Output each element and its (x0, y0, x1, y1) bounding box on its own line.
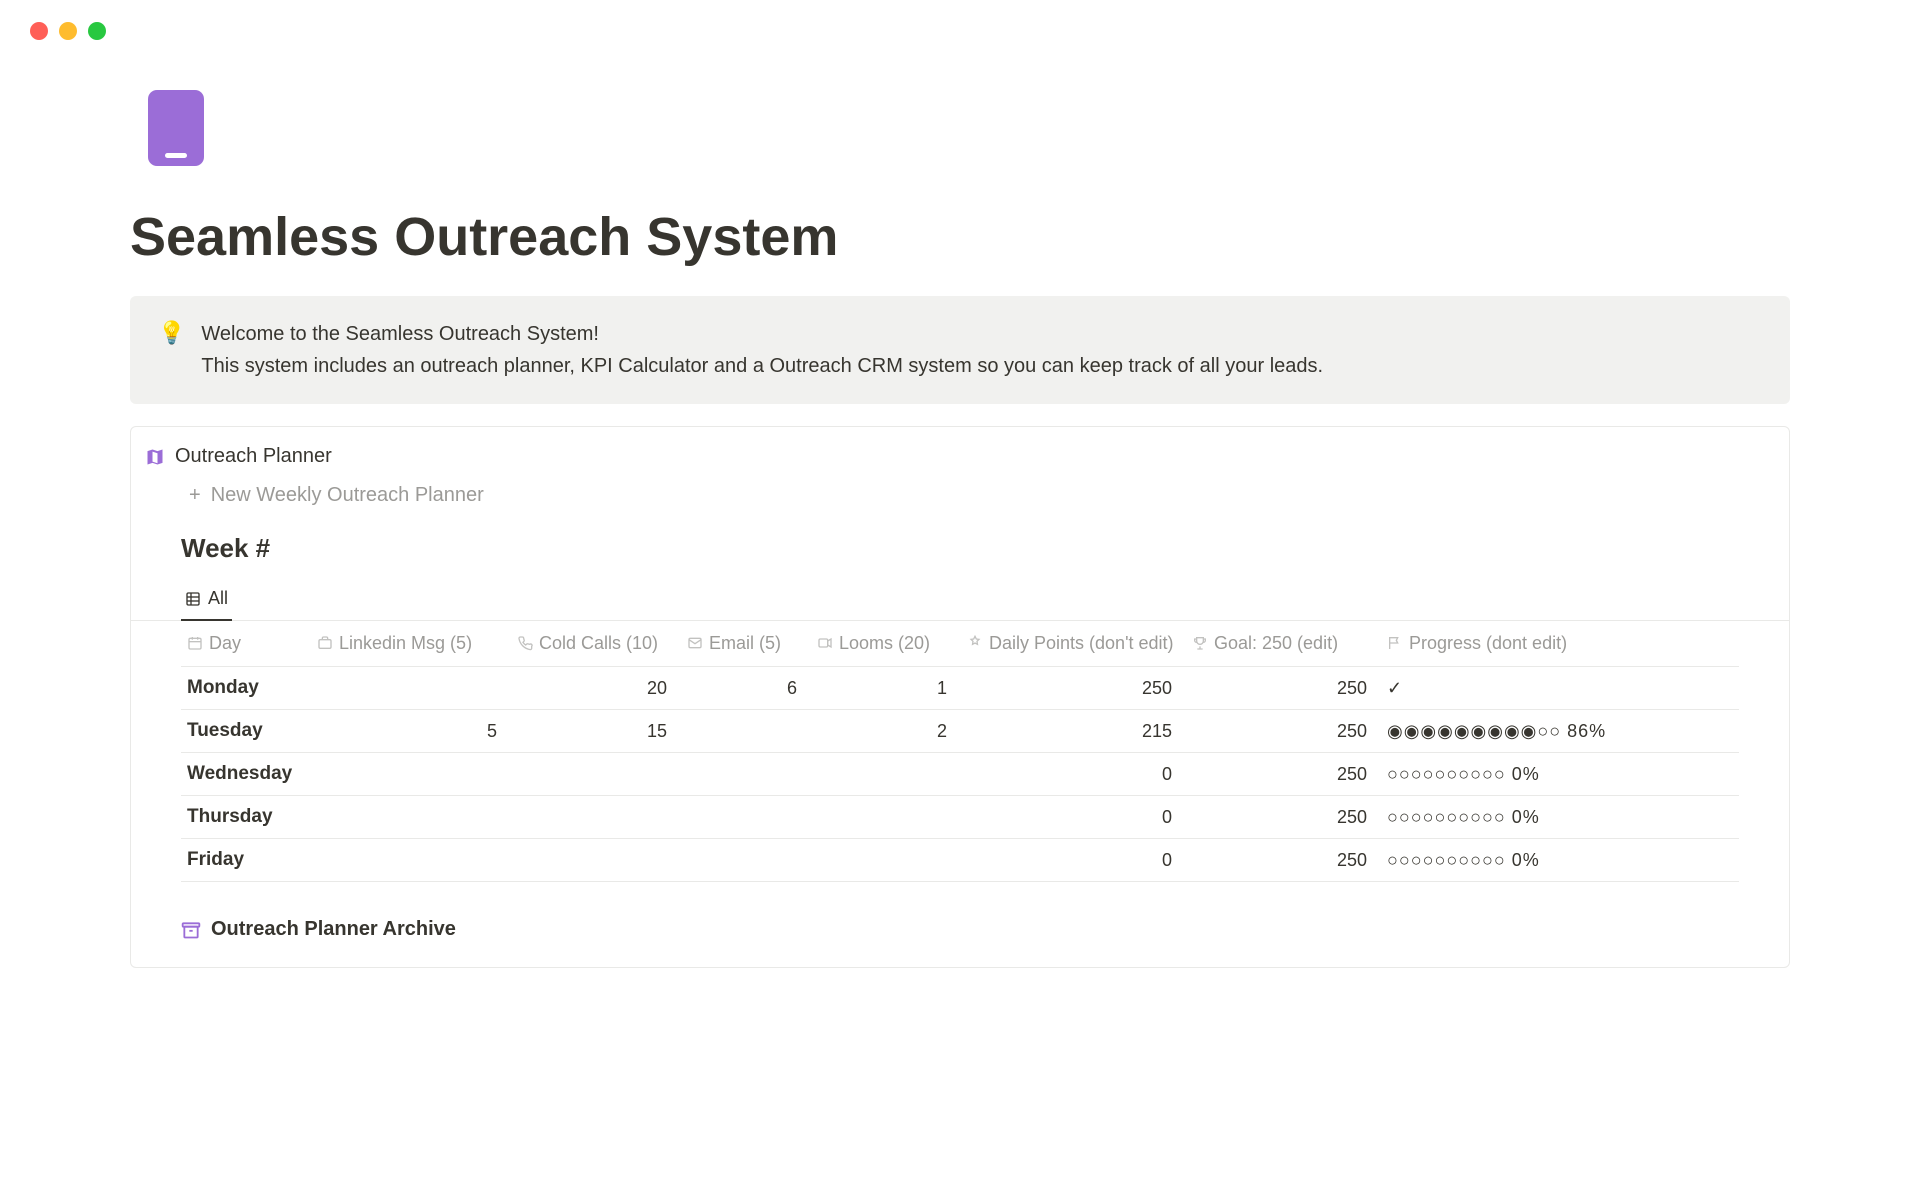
video-icon (817, 635, 833, 653)
window-close-button[interactable] (30, 22, 48, 40)
cell-goal[interactable]: 250 (1186, 806, 1381, 828)
page-title: Seamless Outreach System (130, 206, 1790, 268)
trophy-icon (1192, 635, 1208, 653)
window-controls (0, 0, 1920, 40)
callout-block: 💡 Welcome to the Seamless Outreach Syste… (130, 296, 1790, 404)
cell-progress[interactable]: ○○○○○○○○○○ 0% (1381, 806, 1691, 828)
cell-cold[interactable]: 20 (511, 677, 681, 699)
cell-email[interactable] (681, 849, 811, 871)
cell-looms[interactable] (811, 763, 961, 785)
column-header-goal[interactable]: Goal: 250 (edit) (1186, 633, 1381, 654)
plus-icon: + (189, 484, 201, 507)
callout-text: Welcome to the Seamless Outreach System!… (201, 318, 1323, 382)
cell-cold[interactable] (511, 763, 681, 785)
outreach-planner-panel: Outreach Planner + New Weekly Outreach P… (130, 426, 1790, 968)
table-row[interactable]: Monday2061250250✓ (181, 667, 1739, 710)
cell-daily[interactable]: 0 (961, 849, 1186, 871)
envelope-icon (687, 635, 703, 653)
column-header-cold-calls[interactable]: Cold Calls (10) (511, 633, 681, 654)
cell-email[interactable]: 6 (681, 677, 811, 699)
tab-all[interactable]: All (181, 580, 232, 621)
column-header-progress[interactable]: Progress (dont edit) (1381, 633, 1691, 654)
archive-link-label: Outreach Planner Archive (211, 918, 456, 941)
cell-daily[interactable]: 0 (961, 763, 1186, 785)
panel-header-label: Outreach Planner (175, 445, 332, 468)
lightbulb-icon: 💡 (158, 318, 185, 382)
cell-progress[interactable]: ◉◉◉◉◉◉◉◉◉○○ 86% (1381, 720, 1691, 742)
cell-progress[interactable]: ✓ (1381, 677, 1691, 699)
view-tabs: All (131, 580, 1789, 621)
cell-linkedin[interactable]: 5 (311, 720, 511, 742)
archive-icon (181, 918, 201, 941)
cell-day[interactable]: Monday (181, 677, 311, 699)
callout-line-2: This system includes an outreach planner… (201, 350, 1323, 382)
column-header-daily-points[interactable]: Daily Points (don't edit) (961, 633, 1186, 654)
page-icon[interactable] (148, 90, 204, 166)
cell-goal[interactable]: 250 (1186, 849, 1381, 871)
phone-icon (517, 635, 533, 653)
cell-goal[interactable]: 250 (1186, 763, 1381, 785)
cell-day[interactable]: Tuesday (181, 720, 311, 742)
cell-linkedin[interactable] (311, 849, 511, 871)
column-header-day[interactable]: Day (181, 633, 311, 654)
cell-day[interactable]: Thursday (181, 806, 311, 828)
cell-looms[interactable] (811, 849, 961, 871)
column-header-looms[interactable]: Looms (20) (811, 633, 961, 654)
section-title[interactable]: Week # (131, 527, 1789, 580)
cell-linkedin[interactable] (311, 677, 511, 699)
cell-looms[interactable]: 1 (811, 677, 961, 699)
table-wrapper: Day Linkedin Msg (5) Cold Calls (10) (131, 621, 1789, 882)
table-row[interactable]: Thursday 0250○○○○○○○○○○ 0% (181, 796, 1739, 839)
callout-line-1: Welcome to the Seamless Outreach System! (201, 318, 1323, 350)
cell-progress[interactable]: ○○○○○○○○○○ 0% (1381, 763, 1691, 785)
archive-link[interactable]: Outreach Planner Archive (131, 882, 1789, 941)
briefcase-icon (317, 635, 333, 653)
column-header-linkedin[interactable]: Linkedin Msg (5) (311, 633, 511, 654)
calendar-icon (187, 635, 203, 653)
cell-email[interactable] (681, 763, 811, 785)
cell-cold[interactable] (511, 849, 681, 871)
check-badge-icon (967, 635, 983, 653)
cell-cold[interactable]: 15 (511, 720, 681, 742)
cell-goal[interactable]: 250 (1186, 720, 1381, 742)
cell-email[interactable] (681, 806, 811, 828)
tab-all-label: All (208, 588, 228, 609)
table-row[interactable]: Tuesday515 2215250◉◉◉◉◉◉◉◉◉○○ 86% (181, 710, 1739, 753)
map-icon (145, 445, 165, 468)
cell-daily[interactable]: 0 (961, 806, 1186, 828)
table-row[interactable]: Wednesday 0250○○○○○○○○○○ 0% (181, 753, 1739, 796)
new-weekly-planner-button[interactable]: + New Weekly Outreach Planner (131, 480, 1789, 527)
cell-daily[interactable]: 215 (961, 720, 1186, 742)
cell-daily[interactable]: 250 (961, 677, 1186, 699)
table-body: Monday2061250250✓Tuesday5152215250◉◉◉◉◉◉… (181, 667, 1739, 882)
cell-goal[interactable]: 250 (1186, 677, 1381, 699)
cell-email[interactable] (681, 720, 811, 742)
window-minimize-button[interactable] (59, 22, 77, 40)
window-maximize-button[interactable] (88, 22, 106, 40)
cell-day[interactable]: Friday (181, 849, 311, 871)
cell-linkedin[interactable] (311, 763, 511, 785)
cell-progress[interactable]: ○○○○○○○○○○ 0% (1381, 849, 1691, 871)
cell-looms[interactable] (811, 806, 961, 828)
new-weekly-planner-label: New Weekly Outreach Planner (211, 484, 484, 507)
cell-cold[interactable] (511, 806, 681, 828)
table-icon (185, 588, 201, 609)
column-header-email[interactable]: Email (5) (681, 633, 811, 654)
panel-header[interactable]: Outreach Planner (131, 445, 1789, 480)
cell-linkedin[interactable] (311, 806, 511, 828)
flag-icon (1387, 635, 1403, 653)
table-row[interactable]: Friday 0250○○○○○○○○○○ 0% (181, 839, 1739, 882)
cell-day[interactable]: Wednesday (181, 763, 311, 785)
table-header: Day Linkedin Msg (5) Cold Calls (10) (181, 621, 1739, 667)
cell-looms[interactable]: 2 (811, 720, 961, 742)
